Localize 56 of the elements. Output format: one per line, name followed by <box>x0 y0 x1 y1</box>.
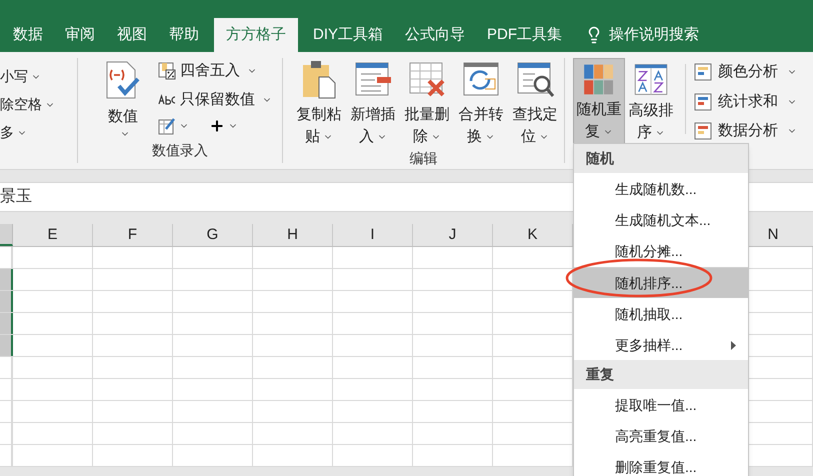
search-prompt[interactable]: 操作说明搜索 <box>609 24 700 46</box>
ribbon-tab[interactable]: 公式向导 <box>398 18 472 52</box>
grid-cell[interactable] <box>0 335 13 356</box>
ribbon-tab[interactable]: 数据 <box>6 18 50 52</box>
group-label: 编辑 <box>408 149 438 168</box>
ribbon-button[interactable]: 除空格 <box>0 94 77 115</box>
menu-item[interactable]: 更多抽样... <box>574 329 748 360</box>
ribbon-button[interactable]: 批量删除 <box>402 59 452 148</box>
ribbon-button[interactable]: 数值 <box>92 60 154 140</box>
ribbon-button[interactable]: 颜色分析 <box>694 61 797 84</box>
ribbon-tab[interactable]: PDF工具集 <box>480 18 570 52</box>
column-header[interactable]: G <box>173 224 253 246</box>
ribbon-button[interactable]: 小写 <box>0 66 77 87</box>
ribbon-button[interactable]: 统计求和 <box>694 90 797 113</box>
formula-text: 景玉 <box>0 187 32 207</box>
menu-item[interactable]: 提取唯一值... <box>574 389 748 420</box>
menu-section-header: 重复 <box>574 360 748 389</box>
ribbon-tab[interactable]: 审阅 <box>58 18 102 52</box>
menu-item[interactable]: 随机排序... <box>574 267 748 298</box>
ribbon-tab[interactable]: 视图 <box>110 18 154 52</box>
ribbon-button[interactable]: 合并转换 <box>456 59 506 148</box>
submenu-arrow-icon <box>731 340 736 350</box>
group-label: 数值录入 <box>151 141 209 160</box>
table-pencil-icon <box>158 117 176 135</box>
menu-item[interactable]: 高亮重复值... <box>574 420 748 451</box>
color-grid-icon <box>694 63 712 82</box>
ribbon-button[interactable]: 随机重复 <box>573 58 625 144</box>
column-header[interactable]: H <box>253 224 333 246</box>
ribbon-button[interactable]: 高级排序 <box>625 58 677 144</box>
grid-cell[interactable] <box>0 291 13 312</box>
menu-section-header: 随机 <box>574 144 748 173</box>
menu-item[interactable]: 随机分摊... <box>574 235 748 266</box>
menu-item[interactable]: 随机抽取... <box>574 298 748 329</box>
grid-cell[interactable] <box>0 269 13 290</box>
ribbon-button[interactable]: 复制粘贴 <box>294 59 344 148</box>
column-header[interactable] <box>0 224 13 246</box>
ribbon-button[interactable]: 四舍五入 <box>158 60 272 82</box>
ribbon-button[interactable]: 数据分析 <box>694 120 797 142</box>
column-header[interactable]: I <box>333 224 413 246</box>
grid-cell[interactable] <box>0 313 13 334</box>
plus-icon <box>209 118 225 134</box>
ribbon-button[interactable]: 只保留数值 <box>158 88 272 111</box>
ribbon-tab[interactable]: 帮助 <box>162 18 206 52</box>
ribbon-button[interactable]: 新增插入 <box>348 59 398 148</box>
ribbon-tab[interactable]: 方方格子 <box>214 18 298 52</box>
percent-table-icon <box>158 62 176 80</box>
ribbon-button[interactable]: 多 <box>0 122 77 143</box>
menu-item[interactable]: 删除重复值... <box>574 451 748 476</box>
bar-chart-icon <box>694 122 712 140</box>
ribbon-button[interactable]: 查找定位 <box>510 59 560 148</box>
add-button[interactable] <box>209 118 238 134</box>
column-header[interactable]: E <box>13 224 93 246</box>
column-header[interactable]: J <box>413 224 493 246</box>
edit-table-button[interactable] <box>158 117 189 135</box>
ribbon-tab[interactable]: DIY工具箱 <box>306 18 390 52</box>
column-header[interactable]: F <box>93 224 173 246</box>
